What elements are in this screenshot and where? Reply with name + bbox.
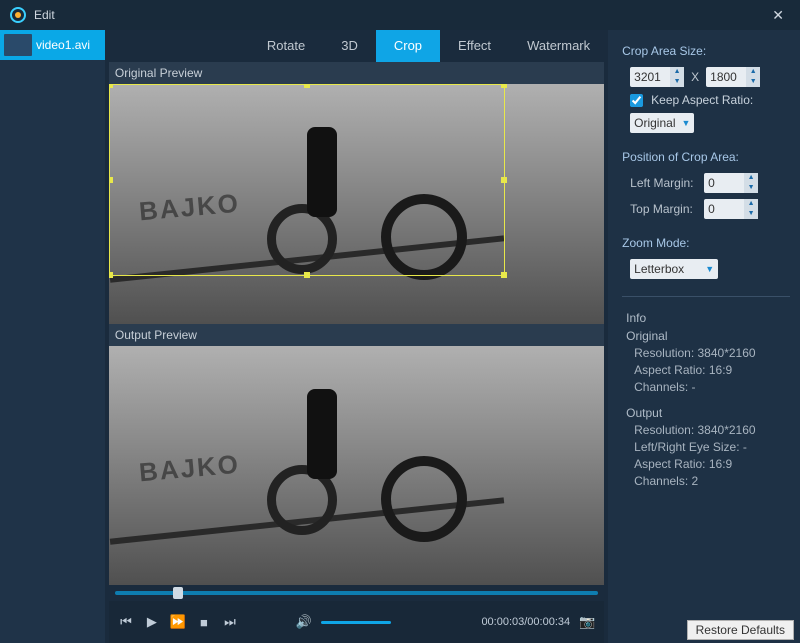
original-info-heading: Original [626, 329, 790, 343]
crop-width-input[interactable]: ▲▼ [630, 67, 684, 87]
output-channels: Channels: 2 [634, 474, 790, 488]
app-logo-icon [10, 7, 26, 23]
seek-bar[interactable] [109, 585, 604, 601]
chevron-down-icon: ▼ [705, 264, 714, 274]
chevron-down-icon: ▼ [682, 118, 691, 128]
top-margin-label: Top Margin: [630, 202, 700, 216]
aspect-ratio-select[interactable]: Original▼ [630, 113, 694, 133]
crop-rectangle[interactable] [109, 84, 505, 276]
zoom-mode-select[interactable]: Letterbox▼ [630, 259, 718, 279]
tab-watermark[interactable]: Watermark [509, 30, 608, 62]
seek-thumb[interactable] [173, 587, 183, 599]
file-name: video1.avi [36, 38, 90, 52]
tab-rotate[interactable]: Rotate [249, 30, 323, 62]
snapshot-icon[interactable]: 📷 [578, 614, 596, 630]
original-preview[interactable]: BAJKO [109, 84, 604, 324]
next-button[interactable]: ⏭ [221, 614, 239, 630]
crop-height-input[interactable]: ▲▼ [706, 67, 760, 87]
tab-3d[interactable]: 3D [323, 30, 376, 62]
play-button[interactable]: ▶ [143, 614, 161, 630]
spin-up-icon[interactable]: ▲ [744, 173, 758, 183]
edit-tabs: Rotate 3D Crop Effect Watermark [105, 30, 608, 62]
tab-crop[interactable]: Crop [376, 30, 440, 62]
keep-aspect-checkbox[interactable] [630, 94, 643, 107]
original-resolution: Resolution: 3840*2160 [634, 346, 790, 360]
original-channels: Channels: - [634, 380, 790, 394]
volume-slider[interactable] [321, 621, 391, 624]
spin-down-icon[interactable]: ▼ [746, 77, 760, 87]
info-heading: Info [626, 311, 790, 325]
crop-size-heading: Crop Area Size: [622, 44, 790, 58]
spin-up-icon[interactable]: ▲ [746, 67, 760, 77]
window-title: Edit [34, 8, 55, 22]
output-preview: BAJKO [109, 346, 604, 586]
file-sidebar: video1.avi [0, 30, 105, 643]
output-info-heading: Output [626, 406, 790, 420]
prev-button[interactable]: ⏮ [117, 614, 135, 630]
top-margin-input[interactable]: ▲▼ [704, 199, 758, 219]
crop-settings-panel: Crop Area Size: ▲▼ X ▲▼ Keep Aspect Rati… [608, 30, 800, 643]
left-margin-input[interactable]: ▲▼ [704, 173, 758, 193]
tab-effect[interactable]: Effect [440, 30, 509, 62]
zoom-heading: Zoom Mode: [622, 236, 790, 250]
spin-down-icon[interactable]: ▼ [744, 209, 758, 219]
restore-defaults-button[interactable]: Restore Defaults [687, 620, 794, 640]
fast-forward-button[interactable]: ⏩ [169, 614, 187, 630]
output-aspect-ratio: Aspect Ratio: 16:9 [634, 457, 790, 471]
close-icon[interactable]: ✕ [766, 5, 790, 26]
stop-button[interactable]: ■ [195, 615, 213, 630]
spin-down-icon[interactable]: ▼ [744, 183, 758, 193]
file-thumbnail [4, 34, 32, 56]
time-display: 00:00:03/00:00:34 [481, 616, 570, 628]
position-heading: Position of Crop Area: [622, 150, 790, 164]
volume-icon[interactable]: 🔊 [295, 614, 313, 630]
keep-aspect-label: Keep Aspect Ratio: [651, 93, 753, 107]
left-margin-label: Left Margin: [630, 176, 700, 190]
output-resolution: Resolution: 3840*2160 [634, 423, 790, 437]
file-item[interactable]: video1.avi [0, 30, 105, 60]
playback-controls: ⏮ ▶ ⏩ ■ ⏭ 🔊 00:00:03/00:00:34 📷 [109, 601, 604, 643]
output-eye-size: Left/Right Eye Size: - [634, 440, 790, 454]
output-preview-label: Output Preview [109, 324, 604, 346]
original-preview-label: Original Preview [109, 62, 604, 84]
titlebar: Edit ✕ [0, 0, 800, 30]
spin-down-icon[interactable]: ▼ [670, 77, 684, 87]
spin-up-icon[interactable]: ▲ [744, 199, 758, 209]
x-separator: X [691, 70, 699, 84]
original-aspect-ratio: Aspect Ratio: 16:9 [634, 363, 790, 377]
output-video-frame: BAJKO [109, 346, 604, 586]
spin-up-icon[interactable]: ▲ [670, 67, 684, 77]
